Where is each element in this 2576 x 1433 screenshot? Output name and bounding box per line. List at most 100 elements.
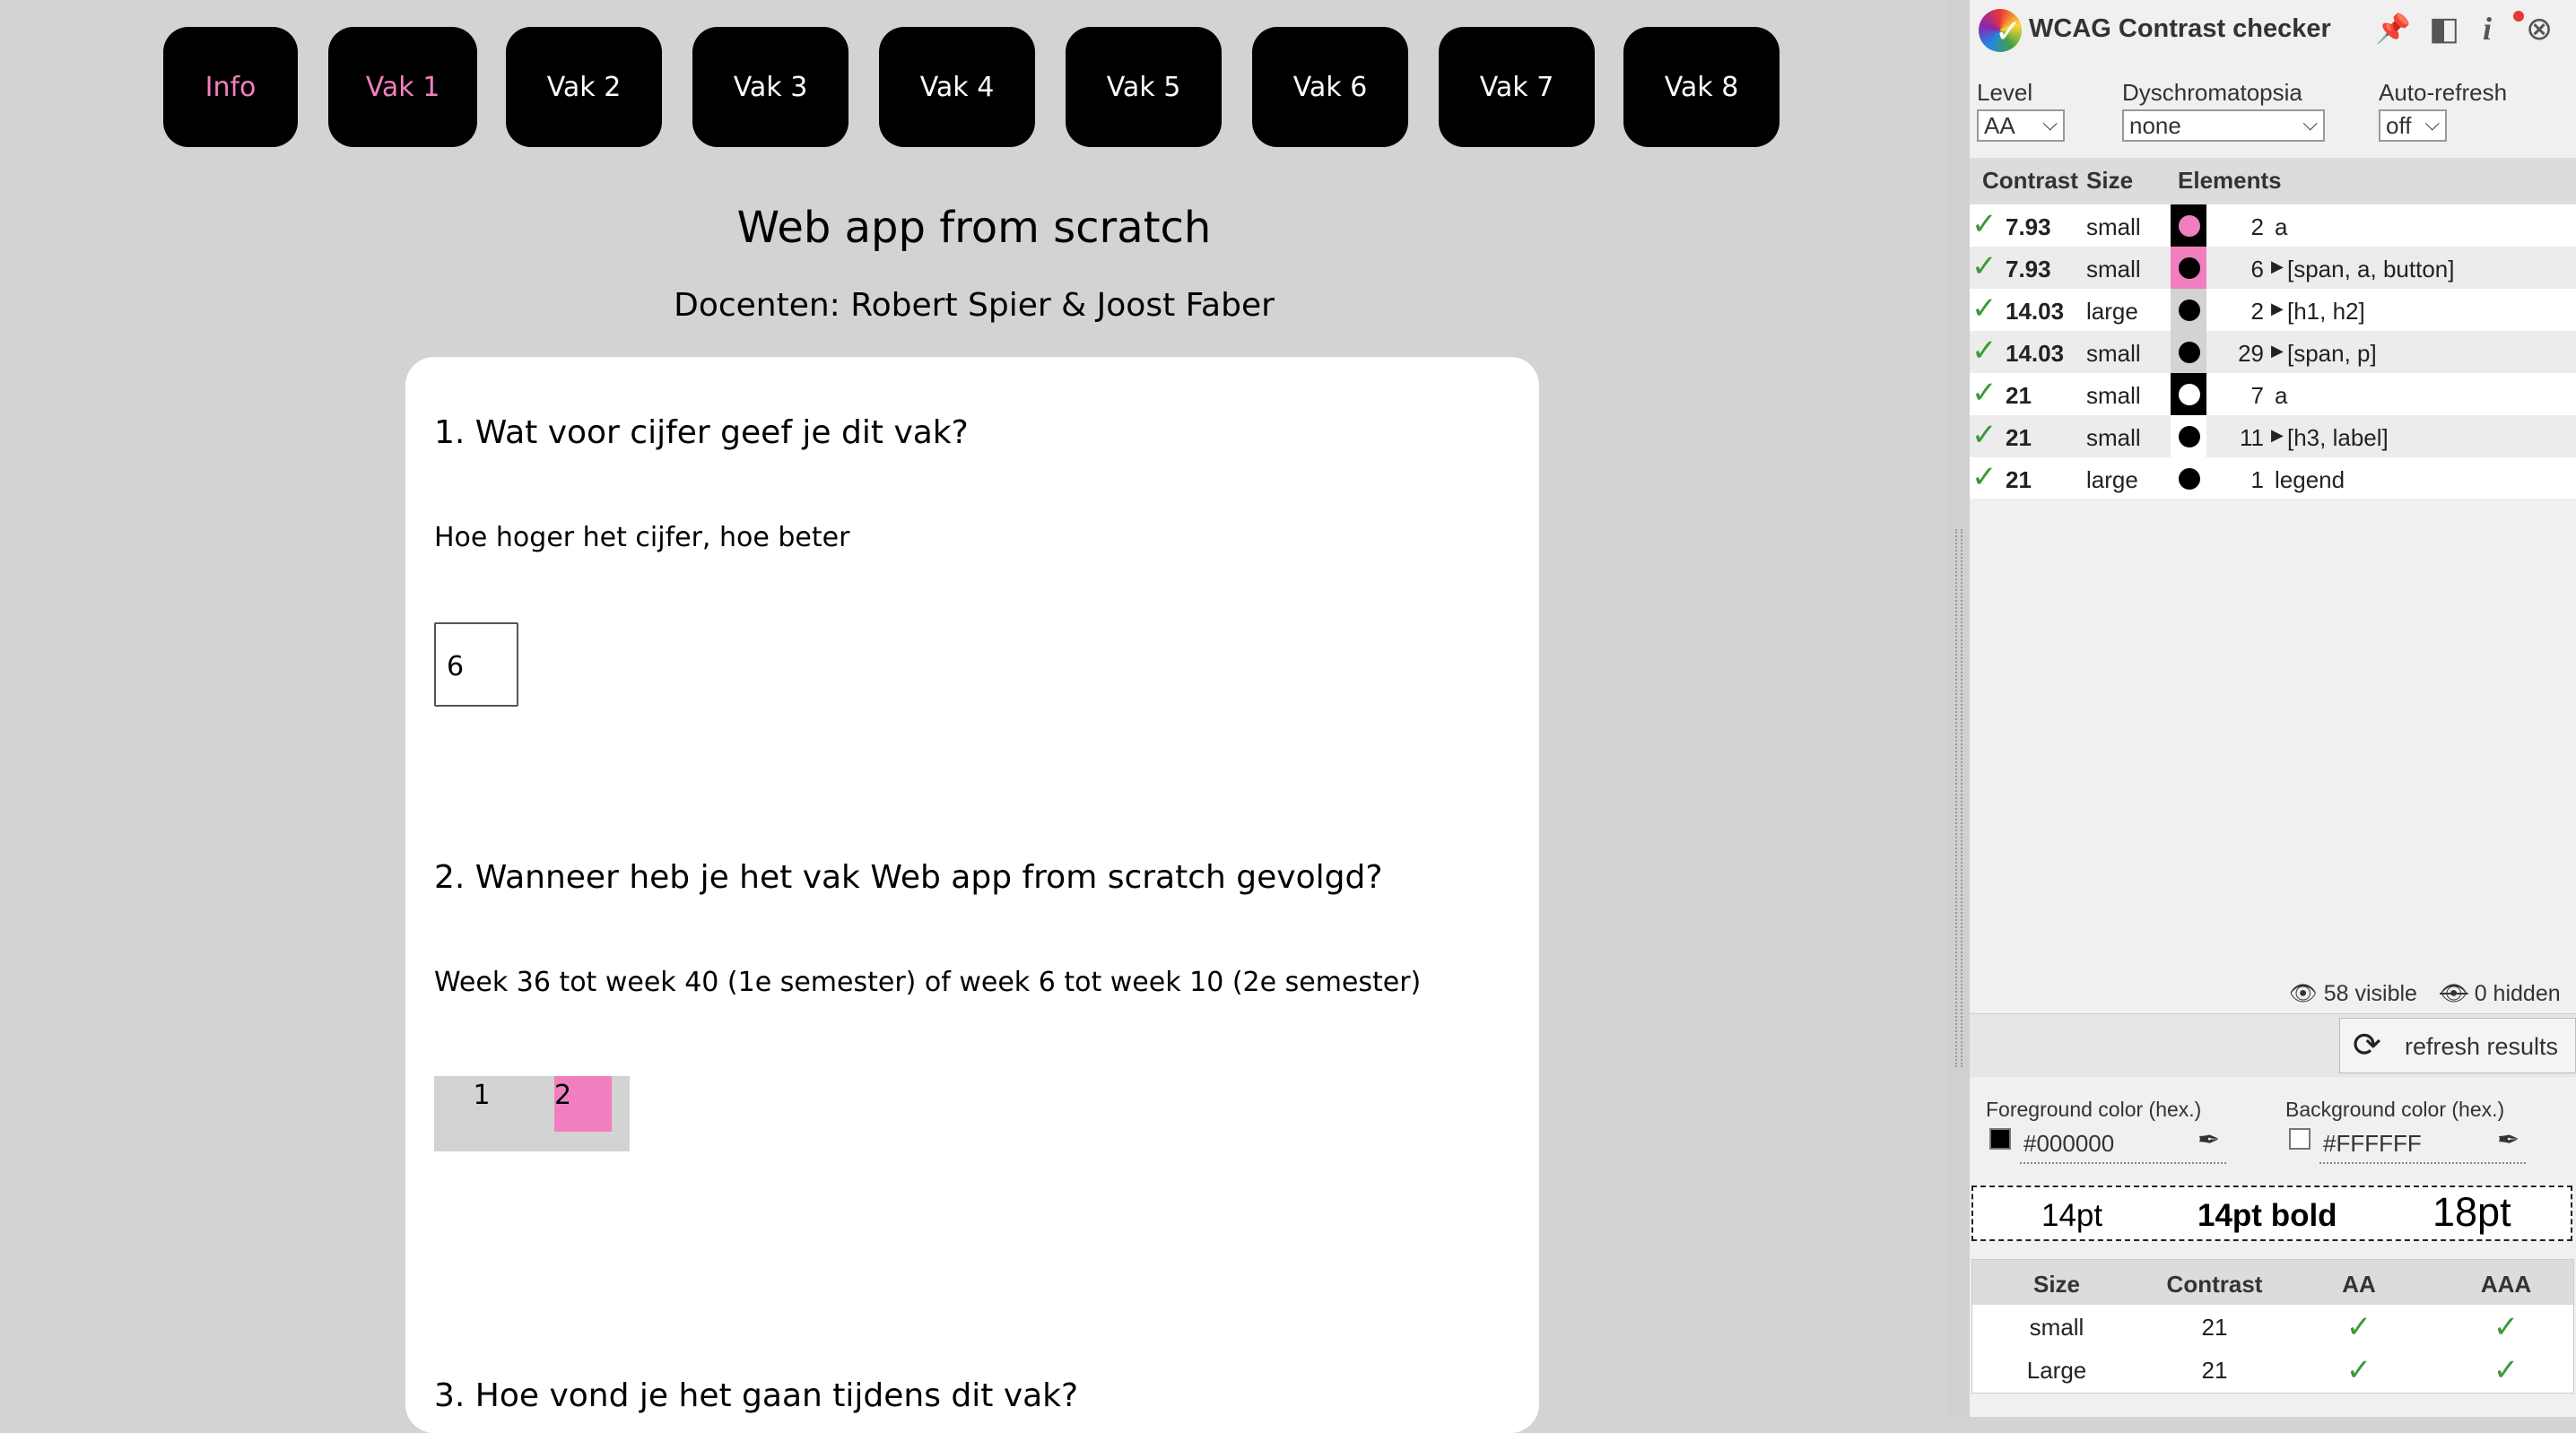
color-swatch[interactable]: [2171, 415, 2206, 457]
element-list[interactable]: a: [2275, 382, 2287, 410]
color-swatch[interactable]: [2171, 204, 2206, 247]
panel-splitter[interactable]: [1948, 0, 1970, 1417]
level-label: Level: [1977, 79, 2033, 106]
element-count: 1: [2250, 466, 2264, 493]
pass-check-icon: ✓: [1971, 460, 1997, 494]
swatch-dot: [2179, 257, 2200, 279]
tab-vak-1[interactable]: Vak 1: [328, 27, 477, 147]
question-1-title: 1. Wat voor cijfer geef je dit vak?: [434, 414, 969, 451]
element-list[interactable]: a: [2275, 213, 2287, 241]
pass-check-icon: ✓: [1971, 249, 1997, 283]
element-list[interactable]: [span, p]: [2287, 340, 2377, 368]
semester-option-1[interactable]: 1: [470, 1076, 493, 1132]
pass-check-icon: ✓: [2493, 1353, 2519, 1387]
panel-header: ✓ WCAG Contrast checker 📌 ◧ i ⊗: [1970, 0, 2576, 61]
auto-refresh-select[interactable]: off ⌵: [2379, 109, 2447, 142]
close-icon[interactable]: ⊗: [2526, 11, 2553, 47]
question-3-title: 3. Hoe vond je het gaan tijdens dit vak?: [434, 1377, 1079, 1414]
expand-triangle-icon[interactable]: ▶: [2271, 300, 2284, 318]
element-list[interactable]: [span, a, button]: [2287, 256, 2454, 283]
foreground-color-value: #000000: [2023, 1130, 2115, 1157]
pass-check-icon: ✓: [1971, 376, 1997, 410]
result-row[interactable]: ✓ 7.93 small 2 a: [1970, 204, 2576, 247]
grade-input[interactable]: 6: [434, 622, 518, 707]
result-row[interactable]: ✓ 14.03 large 2 ▶ [h1, h2]: [1970, 289, 2576, 331]
page-subtitle: Docenten: Robert Spier & Joost Faber: [674, 287, 1275, 324]
size-value: large: [2086, 298, 2138, 325]
splitter-grip[interactable]: [1955, 529, 1962, 1067]
color-swatch[interactable]: [2171, 373, 2206, 415]
contrast-value: 14.03: [2006, 298, 2065, 325]
tab-vak-5[interactable]: Vak 5: [1066, 27, 1222, 147]
foreground-color-swatch[interactable]: [1989, 1128, 2011, 1150]
swatch-dot: [2179, 300, 2200, 321]
tab-info[interactable]: Info: [163, 27, 298, 147]
color-swatch[interactable]: [2171, 331, 2206, 373]
element-list[interactable]: legend: [2275, 466, 2345, 494]
eyedropper-icon[interactable]: ✒: [2197, 1125, 2220, 1156]
element-count: 2: [2250, 213, 2264, 240]
tab-vak-7[interactable]: Vak 7: [1439, 27, 1595, 147]
semester-option-2[interactable]: 2: [554, 1076, 612, 1132]
tab-vak-3[interactable]: Vak 3: [692, 27, 849, 147]
size-column-header[interactable]: Size: [2086, 167, 2133, 195]
expand-triangle-icon[interactable]: ▶: [2271, 342, 2284, 360]
level-select[interactable]: AA ⌵: [1977, 109, 2065, 142]
preview-14pt: 14pt: [2041, 1198, 2103, 1233]
tab-vak-8[interactable]: Vak 8: [1623, 27, 1780, 147]
tab-vak-4[interactable]: Vak 4: [879, 27, 1035, 147]
dyschromatopsia-select[interactable]: none ⌵: [2122, 109, 2325, 142]
contrast-value: 21: [2006, 424, 2032, 451]
result-contrast: 21: [2201, 1314, 2228, 1341]
result-row-large: Large 21 ✓ ✓: [1972, 1348, 2573, 1391]
element-count: 7: [2250, 382, 2264, 409]
element-count: 11: [2240, 424, 2264, 451]
result-row[interactable]: ✓ 21 large 1 legend: [1970, 457, 2576, 499]
dyschromatopsia-label: Dyschromatopsia: [2122, 79, 2302, 106]
swatch-dot: [2179, 468, 2200, 490]
eyedropper-icon[interactable]: ✒: [2497, 1125, 2519, 1156]
contrast-value: 7.93: [2006, 256, 2051, 282]
result-row[interactable]: ✓ 14.03 small 29 ▶ [span, p]: [1970, 331, 2576, 373]
foreground-color-input[interactable]: #000000: [2020, 1125, 2226, 1164]
tab-vak-2[interactable]: Vak 2: [506, 27, 662, 147]
panel-title: WCAG Contrast checker: [2029, 14, 2331, 43]
foreground-color-label: Foreground color (hex.): [1986, 1098, 2202, 1121]
pass-check-icon: ✓: [2345, 1353, 2372, 1387]
refresh-results-button[interactable]: ⟳ refresh results: [2339, 1018, 2576, 1073]
result-row[interactable]: ✓ 21 small 7 a: [1970, 373, 2576, 415]
result-row[interactable]: ✓ 7.93 small 6 ▶ [span, a, button]: [1970, 247, 2576, 289]
preview-18pt: 18pt: [2432, 1189, 2511, 1235]
pin-icon[interactable]: 📌: [2375, 11, 2411, 47]
color-swatch[interactable]: [2171, 457, 2206, 499]
size-value: large: [2086, 466, 2138, 493]
text-size-preview: 14pt 14pt bold 18pt: [1971, 1185, 2572, 1241]
tab-vak-6[interactable]: Vak 6: [1252, 27, 1408, 147]
background-color-input[interactable]: #FFFFFF: [2319, 1125, 2526, 1164]
element-list[interactable]: [h1, h2]: [2287, 298, 2365, 326]
color-swatch[interactable]: [2171, 247, 2206, 289]
results-empty-area: [1970, 499, 2576, 965]
info-icon[interactable]: i: [2483, 11, 2492, 47]
element-list[interactable]: [h3, label]: [2287, 424, 2389, 452]
expand-triangle-icon[interactable]: ▶: [2271, 257, 2284, 276]
survey-form: 1. Wat voor cijfer geef je dit vak? Hoe …: [405, 357, 1539, 1433]
elements-column-header[interactable]: Elements: [2178, 167, 2282, 195]
element-count: 6: [2250, 256, 2264, 282]
question-1-hint: Hoe hoger het cijfer, hoe beter: [434, 522, 850, 553]
question-2-hint: Week 36 tot week 40 (1e semester) of wee…: [434, 967, 1422, 998]
web-page: Info Vak 1 Vak 2 Vak 3 Vak 4 Vak 5 Vak 6…: [0, 0, 1948, 1433]
semester-toggle: 1 2: [434, 1076, 630, 1151]
level-value: AA: [1984, 112, 2015, 139]
background-color-label: Background color (hex.): [2285, 1098, 2505, 1121]
dyschromatopsia-value: none: [2129, 112, 2181, 139]
contrast-column-header[interactable]: Contrast: [1982, 167, 2078, 195]
color-swatch[interactable]: [2171, 289, 2206, 331]
dock-toggle-icon[interactable]: ◧: [2429, 11, 2459, 47]
expand-triangle-icon[interactable]: ▶: [2271, 426, 2284, 445]
background-color-swatch[interactable]: [2289, 1128, 2311, 1150]
result-row[interactable]: ✓ 21 small 11 ▶ [h3, label]: [1970, 415, 2576, 457]
wcag-panel: ✓ WCAG Contrast checker 📌 ◧ i ⊗ Level AA…: [1970, 0, 2576, 1417]
result-aaa-header: AAA: [2480, 1271, 2532, 1298]
chevron-down-icon: ⌵: [2302, 112, 2318, 135]
